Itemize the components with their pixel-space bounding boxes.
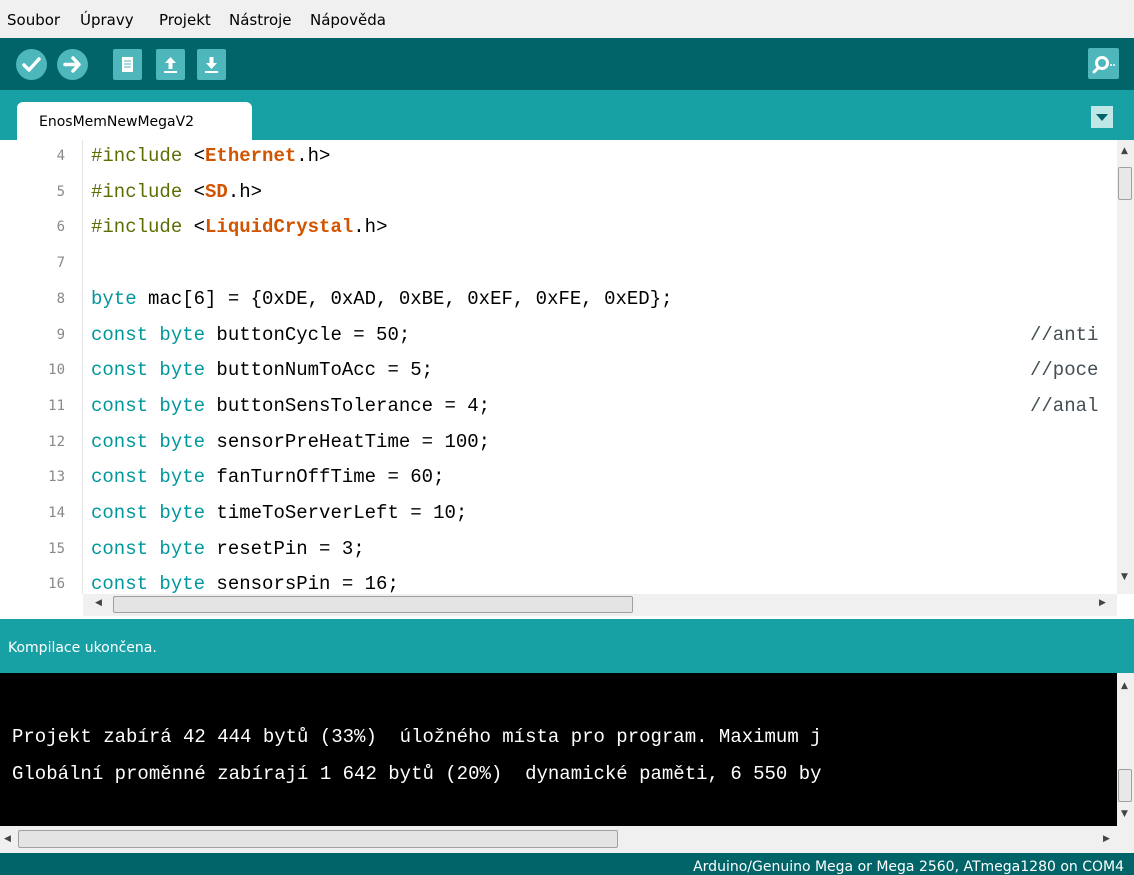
code-text: const byte sensorPreHeatTime = 100; bbox=[91, 430, 491, 453]
tab-sketch[interactable]: EnosMemNewMegaV2 bbox=[17, 102, 252, 140]
code-line[interactable]: 9 const byte buttonCycle = 50; //anti bbox=[0, 321, 1117, 355]
menu-soubor[interactable]: Soubor bbox=[7, 11, 60, 29]
line-number: 9 bbox=[56, 326, 65, 343]
code-line[interactable]: 16 const byte sensorsPin = 16; bbox=[0, 570, 1117, 594]
line-number: 11 bbox=[48, 397, 65, 414]
scroll-right-arrow-icon[interactable]: ▶ bbox=[1099, 598, 1106, 608]
tab-bar: EnosMemNewMegaV2 bbox=[0, 90, 1134, 140]
scroll-left-arrow-icon[interactable]: ◀ bbox=[95, 598, 102, 608]
line-number: 8 bbox=[56, 290, 65, 307]
arrow-up-icon bbox=[164, 57, 177, 73]
code-line[interactable]: 13 const byte fanTurnOffTime = 60; bbox=[0, 463, 1117, 497]
menu-upravy[interactable]: Úpravy bbox=[80, 11, 134, 29]
code-text: const byte resetPin = 3; bbox=[91, 537, 365, 560]
scrollbar-thumb[interactable] bbox=[18, 830, 618, 848]
save-button[interactable] bbox=[197, 49, 226, 80]
menu-bar: Soubor Úpravy Projekt Nástroje Nápověda bbox=[0, 0, 1134, 38]
code-line[interactable]: 15 const byte resetPin = 3; bbox=[0, 535, 1117, 569]
scroll-down-arrow-icon[interactable]: ▼ bbox=[1121, 809, 1128, 819]
code-text: #include <SD.h> bbox=[91, 180, 263, 203]
editor-vertical-scrollbar[interactable]: ▲ ▼ bbox=[1117, 140, 1134, 594]
scroll-right-arrow-icon[interactable]: ▶ bbox=[1103, 834, 1110, 844]
console-vertical-scrollbar[interactable]: ▲ ▼ bbox=[1117, 673, 1134, 826]
code-line[interactable]: 10 const byte buttonNumToAcc = 5; //poce bbox=[0, 356, 1117, 390]
scroll-left-arrow-icon[interactable]: ◀ bbox=[4, 834, 11, 844]
board-info: Arduino/Genuino Mega or Mega 2560, ATmeg… bbox=[693, 859, 1124, 875]
code-text: const byte fanTurnOffTime = 60; bbox=[91, 466, 445, 489]
scroll-down-arrow-icon[interactable]: ▼ bbox=[1121, 572, 1128, 582]
console-output[interactable]: Projekt zabírá 42 444 bytů (33%) úložnéh… bbox=[0, 673, 1117, 826]
check-icon bbox=[22, 57, 41, 72]
line-number: 4 bbox=[56, 148, 65, 164]
menu-napoveda[interactable]: Nápověda bbox=[310, 11, 386, 29]
status-message: Kompilace ukončena. bbox=[8, 640, 157, 656]
toolbar bbox=[0, 38, 1134, 90]
verify-button[interactable] bbox=[16, 49, 47, 80]
new-button[interactable] bbox=[113, 49, 142, 80]
open-button[interactable] bbox=[156, 49, 185, 80]
serial-monitor-button[interactable] bbox=[1088, 48, 1119, 79]
tab-menu-button[interactable] bbox=[1091, 106, 1113, 128]
editor-horizontal-scrollbar[interactable]: ◀ ▶ bbox=[83, 594, 1117, 616]
code-editor[interactable]: 4 #include <Ethernet.h> 5 #include <SD.h> 6 #… bbox=[0, 140, 1117, 594]
arrow-down-icon bbox=[205, 57, 218, 73]
tab-label: EnosMemNewMegaV2 bbox=[39, 114, 195, 130]
line-number: 7 bbox=[56, 255, 65, 272]
triangle-down-icon bbox=[1096, 114, 1108, 121]
code-line[interactable]: 11 const byte buttonSensTolerance = 4; //a… bbox=[0, 392, 1117, 426]
line-number: 13 bbox=[48, 469, 65, 486]
code-line[interactable]: 7 bbox=[0, 249, 1117, 283]
code-comment: //anti bbox=[1030, 323, 1099, 346]
scrollbar-thumb[interactable] bbox=[1118, 167, 1132, 200]
arrow-right-icon bbox=[63, 56, 81, 73]
code-text: #include <LiquidCrystal.h> bbox=[91, 216, 388, 239]
line-number: 16 bbox=[48, 576, 65, 593]
code-text: const byte timeToServerLeft = 10; bbox=[91, 502, 468, 524]
code-line[interactable]: 8 byte mac[6] = {0xDE, 0xAD, 0xBE, 0xEF, … bbox=[0, 285, 1117, 319]
document-icon bbox=[122, 57, 133, 72]
code-text: byte mac[6] = {0xDE, 0xAD, 0xBE, 0xEF, 0… bbox=[91, 287, 673, 310]
code-comment: //anal bbox=[1030, 394, 1099, 417]
code-text: const byte buttonCycle = 50; bbox=[91, 323, 411, 346]
console-horizontal-scrollbar[interactable]: ◀ ▶ bbox=[0, 826, 1134, 853]
code-line[interactable]: 4 #include <Ethernet.h> bbox=[0, 142, 1117, 176]
upload-button[interactable] bbox=[57, 49, 88, 80]
console-line: Globální proměnné zabírají 1 642 bytů (2… bbox=[12, 763, 822, 785]
menu-projekt[interactable]: Projekt bbox=[159, 11, 211, 29]
code-text: const byte buttonSensTolerance = 4; bbox=[91, 394, 491, 417]
code-text: const byte sensorsPin = 16; bbox=[91, 573, 399, 594]
code-text: const byte buttonNumToAcc = 5; bbox=[91, 359, 434, 382]
status-bar: Kompilace ukončena. bbox=[0, 619, 1134, 673]
code-text: #include <Ethernet.h> bbox=[91, 145, 331, 167]
code-comment: //poce bbox=[1030, 359, 1099, 382]
scroll-up-arrow-icon[interactable]: ▲ bbox=[1121, 681, 1128, 691]
menu-nastroje[interactable]: Nástroje bbox=[229, 11, 292, 29]
line-number: 14 bbox=[48, 505, 65, 521]
line-number: 6 bbox=[56, 219, 65, 236]
line-number: 5 bbox=[56, 183, 65, 200]
scrollbar-thumb[interactable] bbox=[1118, 769, 1132, 802]
code-line[interactable]: 14 const byte timeToServerLeft = 10; bbox=[0, 499, 1117, 533]
scroll-up-arrow-icon[interactable]: ▲ bbox=[1121, 146, 1128, 156]
line-number: 15 bbox=[48, 540, 65, 557]
code-line[interactable]: 6 #include <LiquidCrystal.h> bbox=[0, 213, 1117, 247]
code-line[interactable]: 5 #include <SD.h> bbox=[0, 178, 1117, 212]
code-line[interactable]: 12 const byte sensorPreHeatTime = 100; bbox=[0, 428, 1117, 462]
board-info-bar: Arduino/Genuino Mega or Mega 2560, ATmeg… bbox=[0, 853, 1134, 875]
console-line: Projekt zabírá 42 444 bytů (33%) úložnéh… bbox=[12, 726, 822, 748]
scrollbar-thumb[interactable] bbox=[113, 596, 633, 613]
magnifier-icon bbox=[1092, 56, 1115, 74]
line-number: 12 bbox=[48, 433, 65, 450]
line-number: 10 bbox=[48, 362, 65, 379]
